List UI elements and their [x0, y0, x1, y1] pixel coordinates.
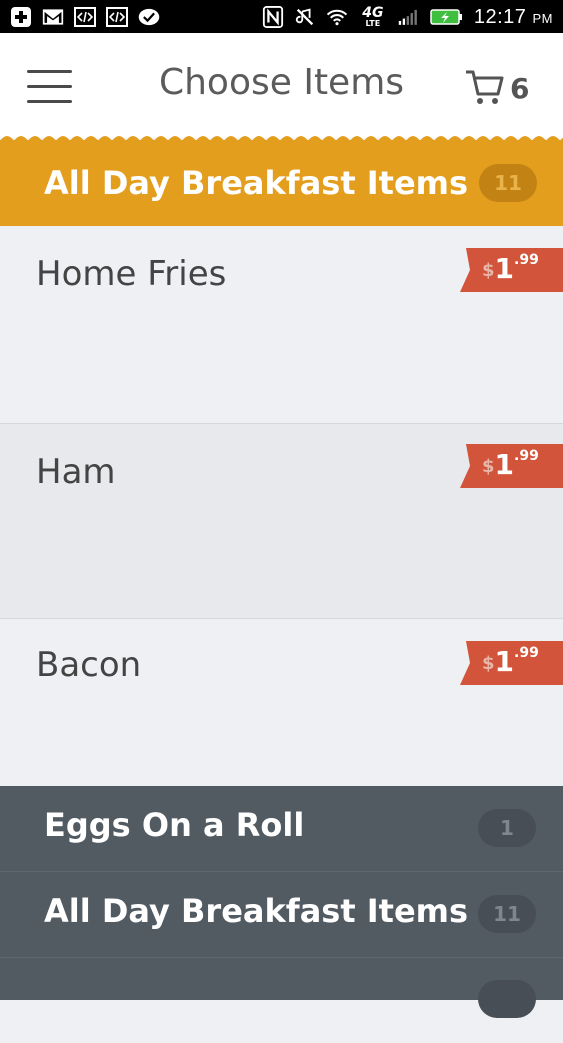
- price-tag: $1.99: [460, 442, 563, 490]
- category-row-title: Eggs On a Roll: [44, 806, 305, 844]
- category-row-count: 1: [478, 809, 536, 847]
- item-name: Bacon: [36, 645, 142, 685]
- menu-item[interactable]: Ham $1.99: [0, 424, 563, 619]
- wifi-icon: [326, 7, 348, 27]
- network-type: 4G LTE: [362, 5, 384, 28]
- notification-icons: [10, 5, 160, 29]
- clock: 12:17 PM: [473, 5, 553, 28]
- code-icon: [106, 7, 128, 27]
- category-row-count: 11: [478, 895, 536, 933]
- code-icon: [74, 7, 96, 27]
- system-icons: 4G LTE 12:17 PM: [262, 5, 553, 29]
- menu-item[interactable]: Bacon $1.99: [0, 619, 563, 786]
- mail-icon: [42, 7, 64, 27]
- cart-count: 6: [510, 71, 530, 105]
- add-icon: [10, 7, 32, 27]
- battery-icon: [430, 7, 464, 27]
- category-row[interactable]: [0, 958, 563, 1043]
- price-tag: $1.99: [460, 639, 563, 687]
- nfc-icon: [262, 6, 284, 28]
- category-header[interactable]: All Day Breakfast Items 11: [0, 140, 563, 226]
- category-row[interactable]: Eggs On a Roll 1: [0, 786, 563, 872]
- mute-icon: [294, 7, 316, 27]
- status-bar: 4G LTE 12:17 PM: [0, 0, 563, 33]
- menu-item[interactable]: Home Fries $1.99: [0, 226, 563, 424]
- price-tag: $1.99: [460, 246, 563, 294]
- item-name: Home Fries: [36, 254, 227, 294]
- category-row[interactable]: All Day Breakfast Items 11: [0, 872, 563, 958]
- category-count-badge: 11: [479, 164, 537, 202]
- item-name: Ham: [36, 452, 116, 492]
- category-title: All Day Breakfast Items: [44, 164, 469, 202]
- category-row-count: [478, 980, 536, 1018]
- category-row-title: All Day Breakfast Items: [44, 892, 469, 930]
- cart-icon: [466, 70, 504, 104]
- cart-button[interactable]: 6: [464, 66, 529, 110]
- signal-icon: [398, 7, 420, 27]
- category-list: Eggs On a Roll 1 All Day Breakfast Items…: [0, 786, 563, 1018]
- check-icon: [138, 7, 160, 27]
